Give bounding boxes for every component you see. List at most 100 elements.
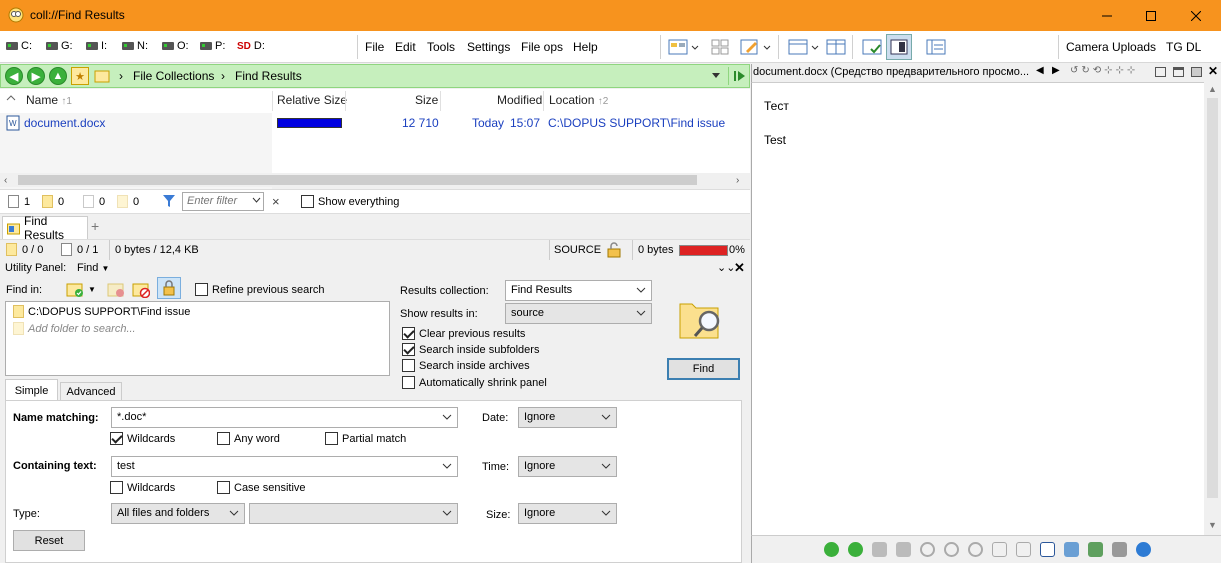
previous-file-icon[interactable]: ◀ xyxy=(1036,65,1044,76)
utility-mode-dropdown[interactable]: Find ▼ xyxy=(77,262,109,274)
back-button[interactable]: ◀ xyxy=(5,67,23,85)
image-view-icon[interactable] xyxy=(1064,542,1079,557)
name-partial-match-checkbox[interactable]: Partial match xyxy=(325,432,406,445)
add-folder-icon[interactable] xyxy=(66,280,84,298)
scroll-down-icon[interactable]: ▼ xyxy=(1208,520,1217,530)
menu-tools[interactable]: Tools xyxy=(427,40,455,54)
find-button[interactable]: Find xyxy=(667,358,740,380)
layout-icon[interactable] xyxy=(668,37,688,57)
maximize-button[interactable] xyxy=(1128,0,1174,31)
name-any-word-checkbox[interactable]: Any word xyxy=(217,432,280,445)
search-archives-checkbox[interactable]: Search inside archives xyxy=(402,359,530,372)
menu-file-ops[interactable]: File ops xyxy=(521,40,563,54)
tab-find-results[interactable]: Find Results xyxy=(2,214,88,242)
breadcrumb-find-results[interactable]: Find Results xyxy=(235,69,302,83)
toggle-viewer-arrow-icon[interactable] xyxy=(728,67,748,85)
favorites-button[interactable]: ★ xyxy=(71,67,89,85)
time-select[interactable]: Ignore xyxy=(518,456,617,477)
tree-pane-icon[interactable] xyxy=(926,37,946,57)
dual-pane-icon[interactable] xyxy=(788,37,808,57)
viewer-pane-toggle-icon[interactable] xyxy=(886,34,912,60)
tab-simple[interactable]: Simple xyxy=(5,379,58,401)
restore-pane-icon[interactable] xyxy=(1173,67,1184,77)
add-tab-button[interactable]: + xyxy=(91,218,99,234)
show-results-select[interactable]: source xyxy=(505,303,652,324)
single-page-icon[interactable] xyxy=(992,542,1007,557)
chevron-down-icon[interactable]: ▼ xyxy=(88,285,96,294)
preview-pane[interactable]: Тест Test xyxy=(751,82,1221,535)
chevron-down-icon[interactable] xyxy=(252,196,261,204)
case-sensitive-checkbox[interactable]: Case sensitive xyxy=(217,481,306,494)
lock-icon[interactable] xyxy=(605,242,623,258)
vertical-scrollbar[interactable]: ▲ ▼ xyxy=(1204,82,1221,535)
remove-folder-icon[interactable] xyxy=(107,280,125,298)
size-select[interactable]: Ignore xyxy=(518,503,617,524)
drive-i-button[interactable]: I: xyxy=(86,40,107,52)
add-folder-placeholder[interactable]: Add folder to search... xyxy=(13,322,136,335)
tg-dl-button[interactable]: TG DL xyxy=(1166,40,1201,54)
table-row[interactable]: W document.docx 12 710 Today 15:07 C:\DO… xyxy=(0,113,750,133)
split-pane-icon[interactable] xyxy=(826,37,846,57)
name-matching-input[interactable]: *.doc* xyxy=(111,407,458,428)
drive-d-button[interactable]: SD D: xyxy=(237,40,265,52)
clear-filter-icon[interactable]: × xyxy=(272,194,280,209)
type-sub-select[interactable] xyxy=(249,503,458,524)
scrollbar-thumb[interactable] xyxy=(1207,98,1218,498)
previous-page-icon[interactable] xyxy=(824,542,839,557)
settings-gear-icon[interactable] xyxy=(1136,542,1151,557)
column-header-size[interactable]: Size xyxy=(415,93,438,107)
fit-page-icon[interactable] xyxy=(872,542,887,557)
column-divider[interactable] xyxy=(440,91,441,111)
chevron-down-icon[interactable] xyxy=(762,37,772,57)
column-divider[interactable] xyxy=(272,91,273,111)
drive-c-button[interactable]: C: xyxy=(6,40,32,52)
exclude-folder-icon[interactable] xyxy=(132,280,150,298)
up-button[interactable]: ▲ xyxy=(49,67,67,85)
show-everything-checkbox[interactable]: Show everything xyxy=(301,195,399,208)
print-icon[interactable] xyxy=(1112,542,1127,557)
zoom-fit-icon[interactable] xyxy=(968,542,983,557)
column-header-location[interactable]: Location ↑2 xyxy=(549,93,608,107)
menu-settings[interactable]: Settings xyxy=(467,40,510,54)
search-subfolders-checkbox[interactable]: Search inside subfolders xyxy=(402,343,539,356)
reset-button[interactable]: Reset xyxy=(13,530,85,551)
column-header-modified[interactable]: Modified xyxy=(497,93,542,107)
close-button[interactable] xyxy=(1173,0,1219,31)
two-page-icon[interactable] xyxy=(1016,542,1031,557)
next-page-icon[interactable] xyxy=(848,542,863,557)
zoom-in-icon[interactable] xyxy=(920,542,935,557)
zoom-out-icon[interactable] xyxy=(944,542,959,557)
column-divider[interactable] xyxy=(345,91,346,111)
tab-advanced[interactable]: Advanced xyxy=(60,382,122,400)
menu-help[interactable]: Help xyxy=(573,40,598,54)
next-file-icon[interactable]: ▶ xyxy=(1052,65,1060,76)
maximize-pane-icon[interactable] xyxy=(1191,67,1202,77)
drive-g-button[interactable]: G: xyxy=(46,40,73,52)
close-panel-icon[interactable]: ✕ xyxy=(734,260,745,276)
list-item[interactable]: C:\DOPUS SUPPORT\Find issue xyxy=(13,305,190,318)
chevron-down-icon[interactable] xyxy=(690,37,700,57)
actual-size-icon[interactable] xyxy=(896,542,911,557)
breadcrumb-file-collections[interactable]: File Collections xyxy=(133,69,214,83)
minimize-button[interactable] xyxy=(1084,0,1130,31)
thumbnails-icon[interactable] xyxy=(710,37,730,57)
text-wildcards-checkbox[interactable]: Wildcards xyxy=(110,481,175,494)
edit-view-icon[interactable] xyxy=(740,37,760,57)
camera-uploads-button[interactable]: Camera Uploads xyxy=(1066,40,1156,54)
name-wildcards-checkbox[interactable]: Wildcards xyxy=(110,432,175,445)
auto-shrink-checkbox[interactable]: Automatically shrink panel xyxy=(402,376,547,389)
filter-icon[interactable] xyxy=(162,194,176,208)
results-collection-select[interactable]: Find Results xyxy=(505,280,652,301)
menu-file[interactable]: File xyxy=(365,40,384,54)
scrollbar-thumb[interactable] xyxy=(18,175,697,185)
column-divider[interactable] xyxy=(543,91,544,111)
type-select[interactable]: All files and folders xyxy=(111,503,245,524)
column-header-relative-size[interactable]: Relative Size xyxy=(277,93,347,107)
refine-previous-checkbox[interactable]: Refine previous search xyxy=(195,283,325,296)
chevron-down-icon[interactable] xyxy=(711,72,721,80)
checkbox-mode-icon[interactable] xyxy=(862,37,882,57)
slideshow-icon[interactable] xyxy=(1088,542,1103,557)
drive-o-button[interactable]: O: xyxy=(162,40,189,52)
drive-p-button[interactable]: P: xyxy=(200,40,225,52)
viewer-tools-icons[interactable]: ↺↻⟲⊹⊹⊹ xyxy=(1070,65,1138,76)
